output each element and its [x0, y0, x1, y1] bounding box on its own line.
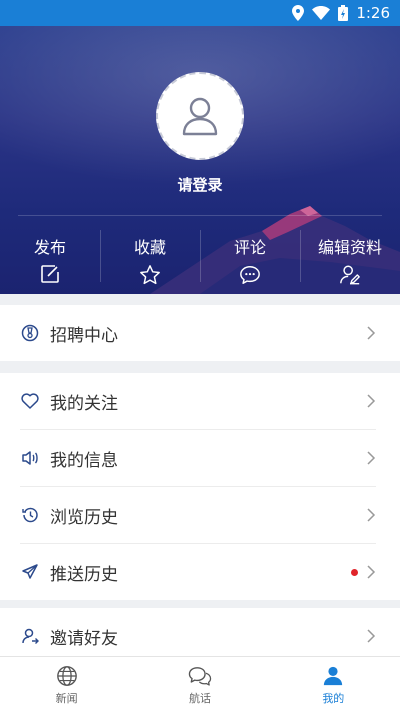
nav-tab-mine-label: 我的 [322, 691, 345, 705]
unread-badge [351, 568, 358, 576]
invite-card: 邀请好友 [0, 608, 400, 656]
menu-item-invite[interactable]: 邀请好友 [0, 608, 400, 656]
status-bar: 1:26 [0, 0, 400, 26]
action-edit-profile[interactable]: 编辑资料 [300, 224, 400, 286]
location-icon [292, 5, 305, 21]
speaker-icon [20, 448, 40, 468]
profile-header: 请登录 发布 收藏 评论 编辑资料 [0, 26, 400, 294]
chevron-right-icon [367, 451, 376, 465]
battery-icon [338, 5, 349, 21]
nav-tab-talk[interactable]: 航话 [133, 657, 266, 712]
login-link[interactable]: 请登录 [0, 174, 400, 195]
header-divider [18, 215, 382, 216]
person-icon [322, 664, 344, 688]
action-edit-profile-label: 编辑资料 [317, 238, 382, 257]
action-publish[interactable]: 发布 [0, 224, 100, 284]
nav-tab-mine[interactable]: 我的 [267, 657, 400, 712]
nav-tab-news[interactable]: 新闻 [0, 657, 133, 712]
chevron-right-icon [367, 508, 376, 522]
menu-item-push-history[interactable]: 推送历史 [0, 544, 400, 600]
edit-icon [40, 264, 60, 284]
nav-tab-talk-label: 航话 [188, 691, 211, 705]
chevron-right-icon [367, 326, 376, 340]
action-publish-label: 发布 [33, 238, 66, 257]
action-comments[interactable]: 评论 [200, 224, 300, 284]
recruit-card: 招聘中心 [0, 305, 400, 361]
nav-tab-news-label: 新闻 [55, 691, 78, 705]
chevron-right-icon [367, 394, 376, 408]
medal-icon [20, 323, 40, 343]
chevron-right-icon [367, 629, 376, 643]
chat-icon [188, 664, 212, 688]
heart-icon [20, 391, 40, 411]
action-favorites-label: 收藏 [133, 238, 166, 257]
menu-item-messages[interactable]: 我的信息 [0, 430, 400, 486]
wifi-icon [312, 6, 331, 20]
action-comments-label: 评论 [233, 238, 266, 257]
menu-item-messages-label: 我的信息 [50, 450, 118, 471]
menu-item-history-label: 浏览历史 [50, 507, 118, 528]
history-icon [20, 505, 40, 525]
comment-icon [239, 264, 261, 286]
menu-item-follow-label: 我的关注 [50, 393, 118, 414]
menu-item-recruit-label: 招聘中心 [50, 325, 118, 346]
status-time: 1:26 [356, 4, 390, 22]
send-icon [20, 562, 40, 582]
menu-item-follow[interactable]: 我的关注 [0, 373, 400, 429]
globe-icon [56, 664, 78, 688]
bottom-nav: 新闻 航话 我的 [0, 656, 400, 712]
menu-item-recruit[interactable]: 招聘中心 [0, 305, 400, 361]
action-favorites[interactable]: 收藏 [100, 224, 200, 286]
personal-card: 我的关注 我的信息 浏览历史 推送历史 [0, 373, 400, 600]
invite-user-icon [20, 626, 40, 646]
menu-item-push-history-label: 推送历史 [50, 564, 118, 585]
person-outline-icon [182, 97, 218, 136]
menu-item-invite-label: 邀请好友 [50, 628, 118, 649]
user-edit-icon [339, 264, 361, 286]
chevron-right-icon [367, 565, 376, 579]
star-icon [139, 264, 161, 286]
menu-item-history[interactable]: 浏览历史 [0, 487, 400, 543]
avatar[interactable] [156, 72, 244, 160]
quick-actions: 发布 收藏 评论 编辑资料 [0, 224, 400, 286]
